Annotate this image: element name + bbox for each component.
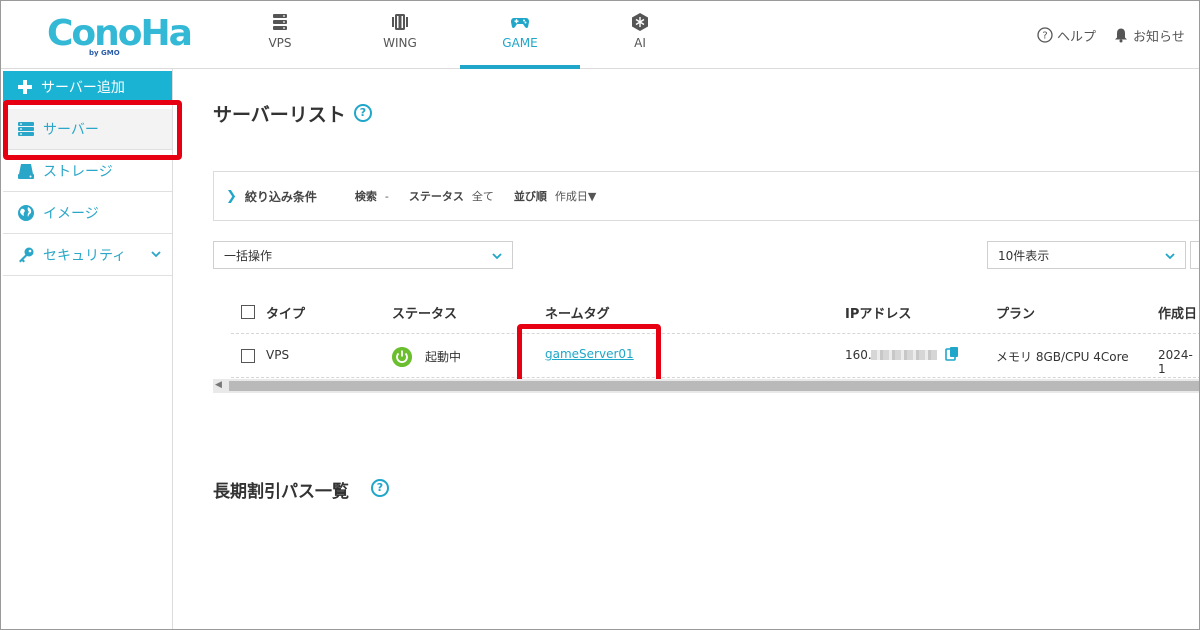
tab-ai-label: AI bbox=[634, 36, 646, 50]
per-page-label: 10件表示 bbox=[998, 248, 1050, 263]
table-divider bbox=[231, 333, 1199, 334]
table-divider bbox=[231, 377, 1199, 378]
sidebar-item-security[interactable]: セキュリティ bbox=[3, 235, 172, 276]
copy-icon[interactable] bbox=[944, 346, 960, 362]
tab-game[interactable]: GAME bbox=[460, 1, 580, 69]
notice-link[interactable]: お知らせ bbox=[1113, 25, 1185, 45]
title-help-icon[interactable]: ? bbox=[354, 104, 372, 122]
cell-created: 2024-1 bbox=[1158, 348, 1193, 376]
th-created[interactable]: 作成日 bbox=[1158, 303, 1197, 322]
sidebar-item-label: セキュリティ bbox=[43, 248, 127, 264]
top-header: ConoHa by GMO VPS WING GAME AI ? ヘルプ お知ら… bbox=[1, 1, 1199, 69]
filter-bar[interactable]: ❯ 絞り込み条件 検索 - ステータス 全て 並び順 作成日▼ bbox=[213, 171, 1199, 221]
bell-icon bbox=[1115, 28, 1127, 43]
bulk-action-select[interactable]: 一括操作 bbox=[213, 241, 513, 269]
tab-wing-label: WING bbox=[383, 36, 417, 50]
server-stack-icon bbox=[273, 14, 287, 30]
tab-game-label: GAME bbox=[502, 36, 538, 50]
extra-select-edge[interactable] bbox=[1190, 241, 1199, 269]
cell-status: 起動中 bbox=[425, 350, 462, 364]
gamepad-icon bbox=[511, 18, 529, 28]
filter-search-value: - bbox=[384, 189, 389, 203]
row-checkbox[interactable] bbox=[241, 349, 255, 363]
section-help-icon[interactable]: ? bbox=[371, 479, 389, 497]
section-title-discount-pass: 長期割引パス一覧 bbox=[213, 482, 349, 502]
th-ip[interactable]: IPアドレス bbox=[845, 303, 911, 322]
scroll-left-arrow-icon[interactable]: ◀ bbox=[215, 380, 222, 390]
globe-icon bbox=[18, 205, 34, 221]
chevron-down-icon bbox=[1165, 253, 1175, 260]
cell-ip-prefix: 160. bbox=[845, 348, 872, 362]
sidebar-item-image[interactable]: イメージ bbox=[3, 193, 172, 234]
key-icon bbox=[19, 247, 34, 263]
per-page-select[interactable]: 10件表示 bbox=[987, 241, 1186, 269]
th-nametag[interactable]: ネームタグ bbox=[545, 303, 610, 322]
scrollbar-thumb[interactable] bbox=[229, 381, 1199, 391]
th-status[interactable]: ステータス bbox=[392, 303, 457, 322]
tab-vps-label: VPS bbox=[268, 36, 292, 50]
question-circle-icon: ? bbox=[1037, 27, 1053, 43]
power-icon bbox=[392, 347, 412, 367]
chevron-down-icon bbox=[492, 253, 502, 260]
bulk-action-label: 一括操作 bbox=[224, 248, 273, 263]
cell-plan: メモリ 8GB/CPU 4Core bbox=[996, 350, 1129, 364]
sidebar-item-label: サーバー bbox=[43, 122, 99, 138]
filter-title: 絞り込み条件 bbox=[244, 189, 317, 204]
th-type[interactable]: タイプ bbox=[266, 303, 305, 322]
page-title: サーバーリスト bbox=[213, 104, 346, 126]
sidebar-item-storage[interactable]: ストレージ bbox=[3, 151, 172, 192]
filter-status-key: ステータス bbox=[408, 190, 464, 203]
conoha-logo[interactable]: ConoHa by GMO bbox=[47, 11, 193, 61]
help-link[interactable]: ? ヘルプ bbox=[1037, 25, 1096, 45]
sidebar-item-label: ストレージ bbox=[43, 164, 113, 180]
logo-sub: by GMO bbox=[89, 49, 120, 57]
th-plan[interactable]: プラン bbox=[996, 303, 1035, 322]
notice-label: お知らせ bbox=[1133, 29, 1185, 45]
help-label: ヘルプ bbox=[1057, 29, 1097, 45]
app-window: ConoHa by GMO VPS WING GAME AI ? ヘルプ お知ら… bbox=[0, 0, 1200, 630]
add-server-label: サーバー追加 bbox=[41, 80, 125, 96]
sidebar-item-server[interactable]: サーバー bbox=[3, 109, 172, 150]
chevron-right-icon: ❯ bbox=[226, 188, 237, 204]
nametag-link[interactable]: gameServer01 bbox=[545, 347, 634, 361]
filter-status-value: 全て bbox=[471, 190, 494, 203]
sidebar-item-label: イメージ bbox=[43, 206, 99, 222]
active-tab-underline bbox=[460, 65, 580, 69]
filter-sort-value: 作成日▼ bbox=[554, 190, 597, 203]
svg-text:?: ? bbox=[1042, 31, 1047, 42]
ip-redacted bbox=[871, 350, 937, 360]
filter-search-key: 検索 bbox=[354, 190, 377, 203]
add-server-button[interactable]: サーバー追加 bbox=[3, 71, 172, 103]
ai-chip-icon bbox=[632, 13, 648, 31]
chevron-down-icon bbox=[151, 251, 161, 258]
cell-type: VPS bbox=[266, 348, 290, 362]
storage-icon bbox=[18, 164, 34, 179]
tab-wing[interactable]: WING bbox=[340, 1, 460, 69]
sidebar: サーバー追加 サーバー ストレージ イメージ セキュリティ bbox=[1, 69, 173, 629]
plus-icon bbox=[18, 80, 32, 94]
server-icon bbox=[18, 122, 34, 136]
tab-vps[interactable]: VPS bbox=[220, 1, 340, 69]
select-all-checkbox[interactable] bbox=[241, 305, 255, 319]
tab-ai[interactable]: AI bbox=[580, 1, 700, 69]
filter-sort-key: 並び順 bbox=[513, 190, 547, 203]
wing-server-icon bbox=[392, 14, 408, 30]
